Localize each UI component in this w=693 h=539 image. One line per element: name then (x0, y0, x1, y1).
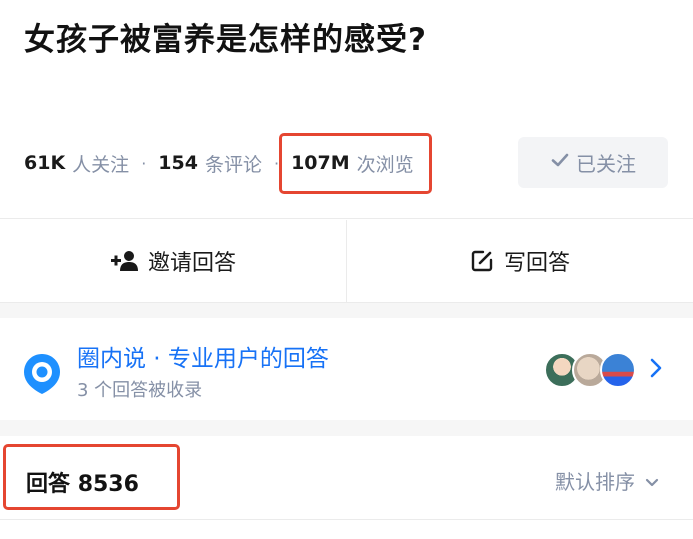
comments-label[interactable]: 条评论 (205, 150, 262, 177)
check-icon (550, 150, 570, 175)
question-title: 女孩子被富养是怎样的感受? (24, 22, 427, 58)
avatar-stack (544, 352, 636, 388)
circle-subtitle: 3 个回答被收录 (77, 380, 203, 401)
chevron-down-icon (645, 469, 659, 493)
follow-button[interactable]: 已关注 (518, 137, 668, 188)
comments-count[interactable]: 154 (158, 152, 198, 174)
divider (0, 218, 693, 219)
sort-label: 默认排序 (555, 470, 635, 494)
followers-label: 人关注 (72, 153, 130, 176)
chevron-right-icon[interactable] (649, 356, 663, 384)
circle-title[interactable]: 圈内说 · 专业用户的回答 (77, 339, 329, 373)
answers-highlight-box (3, 444, 180, 510)
write-answer-label: 写回答 (503, 251, 570, 276)
add-user-icon (110, 250, 138, 272)
invite-answer-label: 邀请回答 (147, 251, 236, 276)
write-answer-button[interactable]: 写回答 (346, 220, 693, 302)
edit-icon (470, 249, 494, 273)
location-bubble-icon (22, 352, 62, 400)
section-gap (0, 303, 693, 318)
followers-count: 61K (24, 152, 66, 174)
sort-dropdown[interactable]: 默认排序 (555, 466, 659, 495)
section-gap (0, 420, 693, 436)
action-row: 邀请回答 写回答 (0, 220, 693, 302)
stats-separator: · (141, 153, 147, 173)
follow-button-label: 已关注 (576, 152, 636, 176)
divider (0, 519, 693, 520)
invite-answer-button[interactable]: 邀请回答 (0, 220, 346, 302)
avatar (600, 352, 636, 388)
circle-answers-card[interactable]: 圈内说 · 专业用户的回答 3 个回答被收录 (0, 318, 693, 420)
views-highlight-box (279, 133, 432, 194)
question-page: 女孩子被富养是怎样的感受? 61K 人关注 · 154 条评论 · 107M 次… (0, 0, 693, 539)
